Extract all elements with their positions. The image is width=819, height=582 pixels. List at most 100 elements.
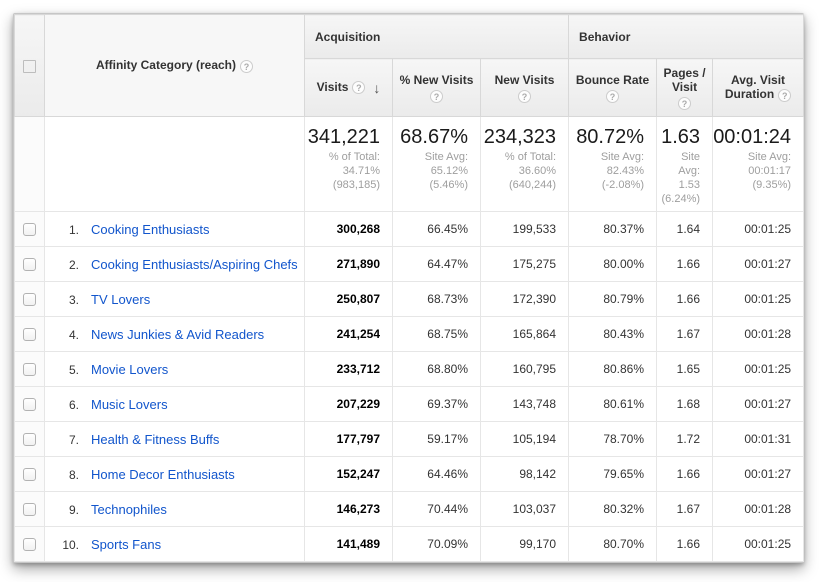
avg-duration-cell: 00:01:27 [713,457,804,492]
row-checkbox[interactable] [23,503,36,516]
pct-new-visits-cell: 68.75% [393,317,481,352]
dimension-column-header[interactable]: Affinity Category (reach)? [45,15,305,117]
bounce-rate-total: 80.72% [569,126,644,148]
row-checkbox[interactable] [23,468,36,481]
row-rank: 9. [53,503,79,517]
checkbox-cell [15,387,45,422]
pct-new-visits-cell: 69.37% [393,387,481,422]
visits-cell: 300,268 [305,212,393,247]
help-icon[interactable]: ? [678,97,691,110]
summary-checkbox-cell [15,117,45,212]
table-row: 6.Music Lovers 207,229 69.37% 143,748 80… [15,387,804,422]
help-icon[interactable]: ? [430,90,443,103]
help-icon[interactable]: ? [518,90,531,103]
help-icon[interactable]: ? [352,81,365,94]
affinity-category-table: Affinity Category (reach)? Acquisition B… [14,14,804,562]
acquisition-group-label: Acquisition [315,30,380,44]
summary-new-visits-cell: 234,323 % of Total: 36.60% (640,244) [481,117,569,212]
checkbox-cell [15,527,45,562]
dimension-link[interactable]: Technophiles [91,502,167,517]
visits-total: 341,221 [305,126,380,148]
column-header-visits[interactable]: Visits?↓ [305,59,393,117]
row-checkbox[interactable] [23,328,36,341]
avg-duration-cell: 00:01:28 [713,317,804,352]
row-rank: 5. [53,363,79,377]
new-visits-cell: 172,390 [481,282,569,317]
summary-bounce-rate-cell: 80.72% Site Avg: 82.43% (-2.08%) [569,117,657,212]
summary-avg-duration-cell: 00:01:24 Site Avg: 00:01:17 (9.35%) [713,117,804,212]
pct-new-visits-total: 68.67% [393,126,468,148]
sort-descending-icon[interactable]: ↓ [373,80,380,96]
avg-duration-cell: 00:01:25 [713,212,804,247]
new-visits-cell: 103,037 [481,492,569,527]
row-checkbox[interactable] [23,538,36,551]
visits-cell: 177,797 [305,422,393,457]
dimension-link[interactable]: Home Decor Enthusiasts [91,467,235,482]
dimension-link[interactable]: News Junkies & Avid Readers [91,327,264,342]
help-icon[interactable]: ? [240,60,253,73]
table-row: 8.Home Decor Enthusiasts 152,247 64.46% … [15,457,804,492]
dimension-link[interactable]: Sports Fans [91,537,161,552]
row-rank: 4. [53,328,79,342]
help-icon[interactable]: ? [606,90,619,103]
bounce-rate-cell: 80.37% [569,212,657,247]
new-visits-cell: 165,864 [481,317,569,352]
dimension-cell: 4. News Junkies & Avid Readers [45,317,305,352]
pages-visit-header-label: Pages / Visit [664,66,706,94]
select-all-checkbox[interactable] [23,60,36,73]
pages-visit-cell: 1.66 [657,282,713,317]
visits-cell: 271,890 [305,247,393,282]
visits-cell: 233,712 [305,352,393,387]
dimension-link[interactable]: Health & Fitness Buffs [91,432,219,447]
dimension-cell: 5. Movie Lovers [45,352,305,387]
dimension-link[interactable]: Movie Lovers [91,362,168,377]
column-header-new-visits[interactable]: New Visits ? [481,59,569,117]
column-header-pct-new-visits[interactable]: % New Visits ? [393,59,481,117]
bounce-rate-cell: 80.32% [569,492,657,527]
avg-duration-cell: 00:01:27 [713,247,804,282]
avg-duration-cell: 00:01:31 [713,422,804,457]
row-checkbox[interactable] [23,223,36,236]
row-checkbox[interactable] [23,293,36,306]
column-header-pages-visit[interactable]: Pages / Visit ? [657,59,713,117]
table-row: 9. Technophiles 146,273 70.44% 103,037 80… [15,492,804,527]
checkbox-cell [15,247,45,282]
pct-new-visits-cell: 66.45% [393,212,481,247]
row-rank: 1. [53,223,79,237]
avg-duration-cell: 00:01:25 [713,282,804,317]
row-checkbox[interactable] [23,433,36,446]
visits-cell: 207,229 [305,387,393,422]
avg-duration-cell: 00:01:27 [713,387,804,422]
dimension-link[interactable]: TV Lovers [91,292,150,307]
bounce-rate-cell: 80.00% [569,247,657,282]
bounce-rate-cell: 79.65% [569,457,657,492]
pct-new-visits-cell: 70.44% [393,492,481,527]
summary-pages-visit-cell: 1.63 Site Avg: 1.53 (6.24%) [657,117,713,212]
new-visits-cell: 105,194 [481,422,569,457]
bounce-rate-total-sub: Site Avg: 82.43% (-2.08%) [569,150,644,192]
bounce-rate-cell: 80.86% [569,352,657,387]
column-header-avg-duration[interactable]: Avg. Visit Duration? [713,59,804,117]
row-checkbox[interactable] [23,398,36,411]
dimension-header-label: Affinity Category (reach) [96,58,236,72]
new-visits-cell: 175,275 [481,247,569,282]
row-rank: 3. [53,293,79,307]
pct-new-visits-cell: 64.46% [393,457,481,492]
dimension-link[interactable]: Music Lovers [91,397,168,412]
row-checkbox[interactable] [23,258,36,271]
row-rank: 10. [53,538,79,552]
visits-cell: 241,254 [305,317,393,352]
column-header-bounce-rate[interactable]: Bounce Rate ? [569,59,657,117]
bounce-rate-cell: 78.70% [569,422,657,457]
visits-cell: 146,273 [305,492,393,527]
new-visits-cell: 160,795 [481,352,569,387]
pages-visit-total: 1.63 [657,126,700,148]
dimension-link[interactable]: Cooking Enthusiasts [91,222,210,237]
dimension-link[interactable]: Cooking Enthusiasts/Aspiring Chefs [91,257,298,272]
analytics-data-table-card: Affinity Category (reach)? Acquisition B… [13,13,804,563]
help-icon[interactable]: ? [778,89,791,102]
pages-visit-cell: 1.65 [657,352,713,387]
row-checkbox[interactable] [23,363,36,376]
avg-duration-cell: 00:01:25 [713,527,804,562]
table-row: 1.Cooking Enthusiasts 300,268 66.45% 199… [15,212,804,247]
